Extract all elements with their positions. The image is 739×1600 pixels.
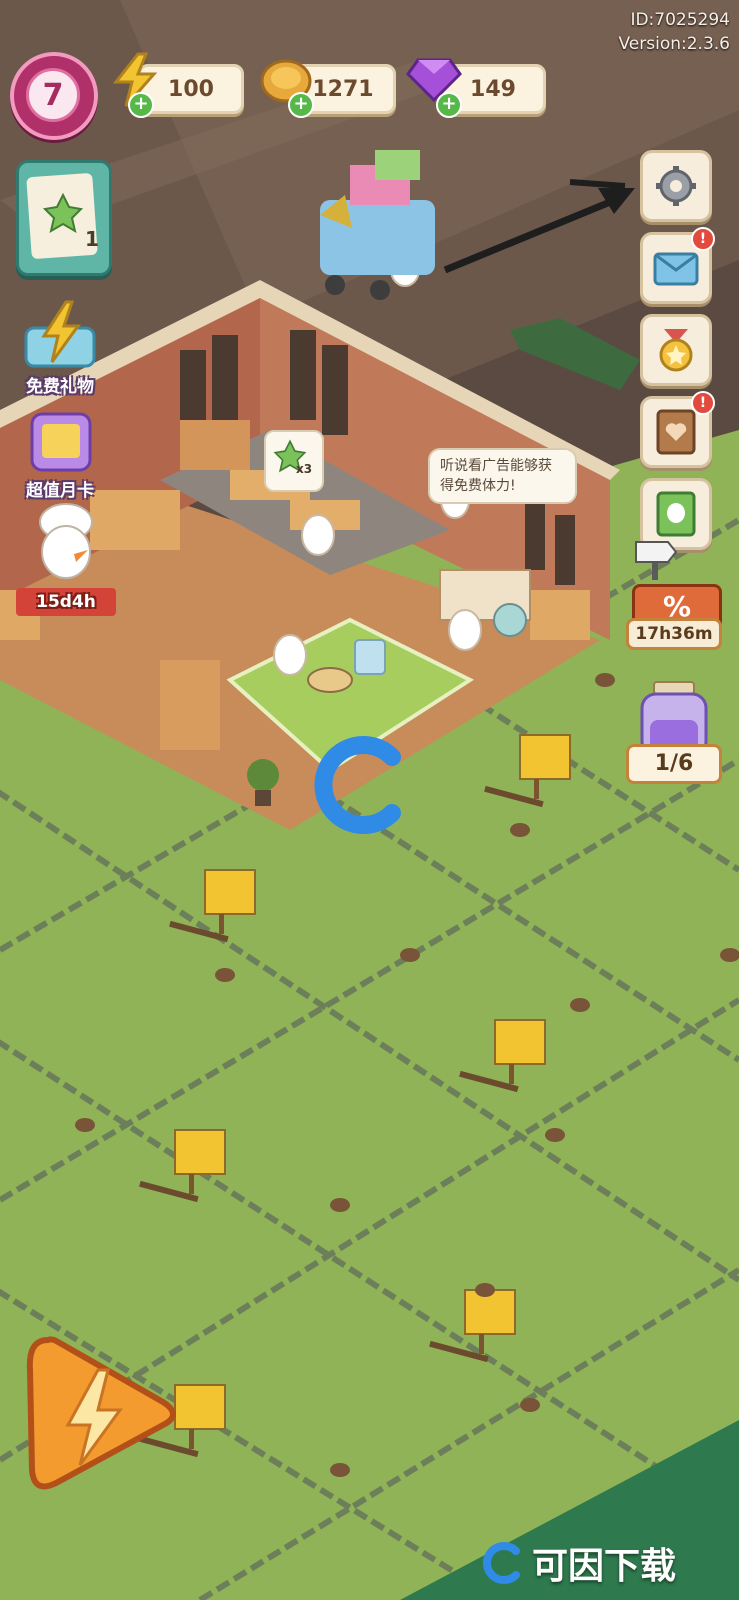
task-clipboard-button[interactable]: 1 [16, 160, 112, 276]
version-label: Version:2.3.6 [618, 34, 731, 54]
add-energy-button[interactable]: + [128, 92, 154, 118]
free-gift-button[interactable]: 免费礼物 [10, 300, 110, 400]
sale-timer: 17h36m [626, 618, 722, 650]
reward-multiplier: x3 [296, 462, 313, 476]
add-coin-button[interactable]: + [288, 92, 314, 118]
free-gift-label: 免费礼物 [26, 377, 94, 397]
task-count: 1 [85, 227, 99, 251]
jar-progress: 1/6 [626, 744, 722, 784]
settings-button[interactable] [640, 150, 712, 222]
monthly-card-label: 超值月卡 [26, 481, 94, 501]
chef-event-button[interactable]: 15d4h [8, 500, 123, 620]
shop-speech-bubble: 听说看广告能够获得免费体力! [428, 448, 577, 504]
medal-icon [659, 329, 693, 372]
speedup-action-button[interactable] [18, 1330, 178, 1500]
event-timer: 15d4h [36, 592, 96, 612]
clover-reward-bubble[interactable]: x3 [264, 430, 324, 492]
journal-button[interactable]: ! [640, 391, 715, 468]
c-logo-icon [314, 736, 401, 834]
heart-book-icon [656, 409, 696, 455]
level-badge[interactable]: 7 [10, 52, 98, 140]
add-gem-button[interactable]: + [436, 92, 462, 118]
gift-lightning-icon [24, 300, 96, 368]
lightning-icon [26, 1336, 176, 1490]
mail-alert-badge: ! [691, 227, 715, 251]
watermark: 可因下载 [480, 1538, 720, 1588]
coin-value: 1271 [312, 76, 374, 102]
journal-alert-badge: ! [691, 391, 715, 415]
mail-button[interactable]: ! [640, 227, 715, 304]
monthly-card-button[interactable]: 超值月卡 [10, 408, 110, 503]
energy-value: 100 [168, 76, 214, 102]
player-id: ID:7025294 [630, 10, 730, 30]
collection-jar-button[interactable]: 1/6 [626, 680, 722, 786]
event-timer-ribbon: 15d4h [16, 588, 116, 616]
c-logo-icon [482, 1542, 520, 1584]
gear-icon [656, 166, 696, 206]
mail-icon [653, 252, 699, 286]
signpost-icon [635, 541, 678, 580]
duck-book-icon [656, 491, 696, 537]
sale-offer-button[interactable]: % 17h36m [626, 540, 722, 650]
gem-value: 149 [470, 76, 516, 102]
clover-icon [42, 192, 84, 234]
card-icon [30, 412, 92, 472]
achievements-button[interactable] [640, 314, 712, 386]
level-number: 7 [26, 68, 80, 122]
chef-duck-icon [39, 503, 93, 579]
watermark-text: 可因下载 [532, 1546, 677, 1587]
